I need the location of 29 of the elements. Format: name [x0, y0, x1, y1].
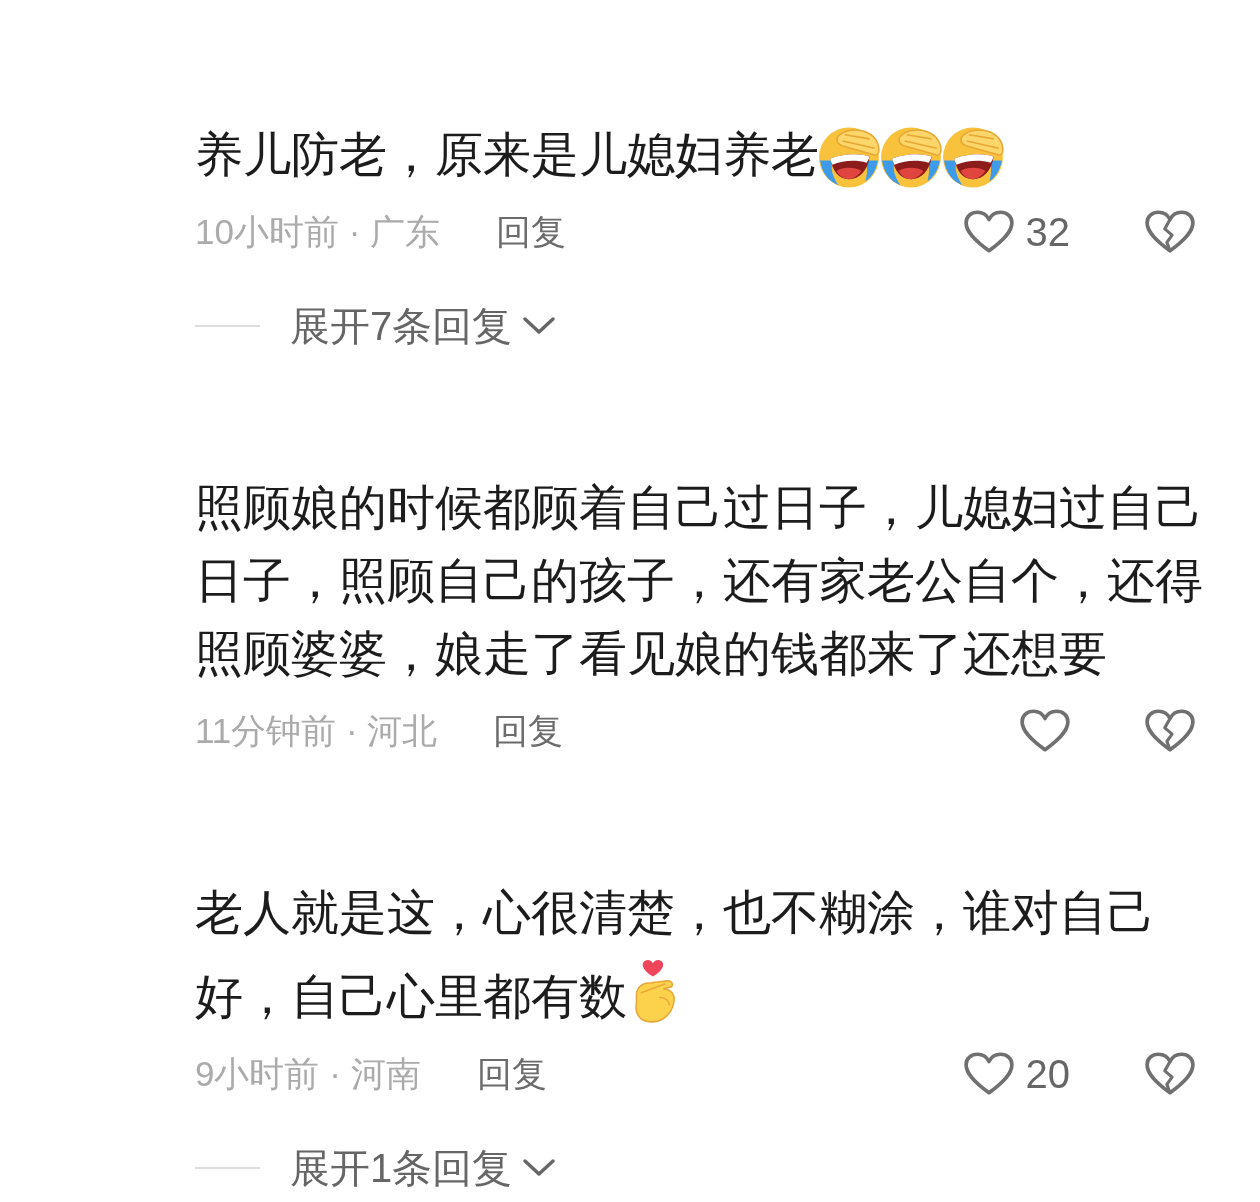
like-button[interactable]: 32	[963, 209, 1070, 255]
broken-heart-icon	[1145, 709, 1195, 753]
dislike-button[interactable]	[1145, 709, 1195, 753]
dislike-button[interactable]	[1145, 210, 1195, 254]
like-button[interactable]: 20	[963, 1051, 1070, 1097]
facepalm-laughing-face-icon	[881, 127, 943, 190]
finger-heart-icon	[633, 959, 677, 1023]
chevron-down-icon	[522, 1158, 557, 1178]
dislike-button[interactable]	[1145, 1052, 1195, 1096]
heart-icon	[963, 210, 1014, 254]
reply-button[interactable]: 回复	[493, 707, 564, 755]
comment-time-location: 10小时前 · 广东	[195, 210, 441, 253]
reply-button[interactable]: 回复	[496, 208, 567, 256]
comment-time-location: 9小时前 · 河南	[195, 1052, 421, 1095]
comment-text: 照顾娘的时候都顾着自己过日子，儿媳妇过自己日子，照顾自己的孩子，还有家老公自个，还得照顾婆婆，娘走了看见娘的钱都来了还想要	[195, 480, 1204, 682]
comment-time-location: 11分钟前 · 河北	[195, 709, 438, 752]
comment-text: 养儿防老，原来是儿媳妇养老	[195, 118, 1207, 191]
broken-heart-icon	[1145, 210, 1195, 254]
comment-text: 老人就是这，心很清楚，也不糊涂，谁对自己好，自己心里都有数	[195, 885, 1156, 1025]
expand-replies-button[interactable]: 展开7条回复	[290, 298, 557, 354]
heart-icon	[1020, 709, 1070, 753]
facepalm-laughing-face-icon	[943, 127, 1005, 190]
facepalm-laughing-face-icon	[819, 127, 881, 190]
reply-button[interactable]: 回复	[476, 1050, 547, 1098]
heart-icon	[963, 1052, 1014, 1096]
like-button[interactable]	[1020, 709, 1070, 753]
chevron-down-icon	[522, 316, 557, 336]
broken-heart-icon	[1145, 1052, 1195, 1096]
expand-replies-button[interactable]: 展开1条回复	[290, 1140, 557, 1196]
